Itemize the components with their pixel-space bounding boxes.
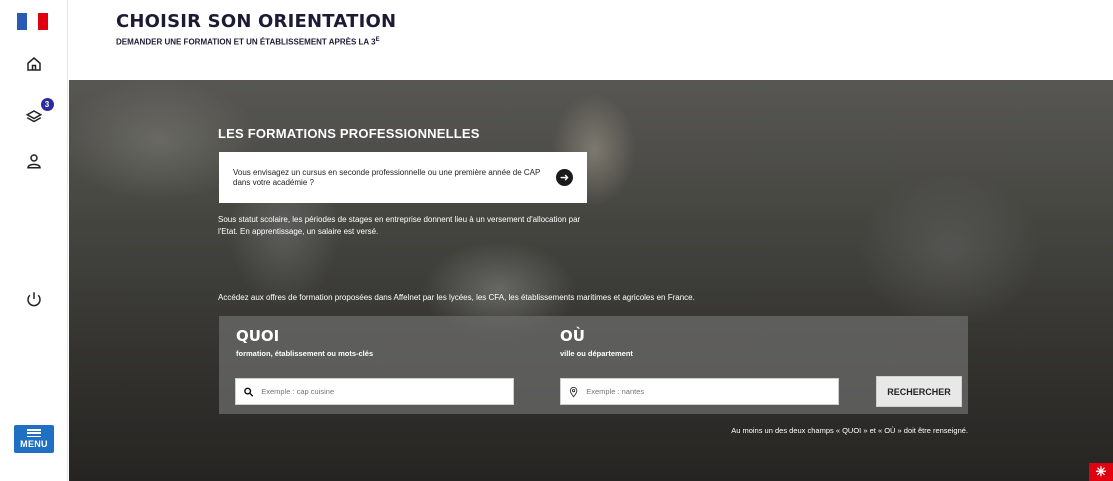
notification-badge: 3 <box>40 98 54 111</box>
sidebar: 3 MENU <box>0 0 68 481</box>
hero-banner: LES FORMATIONS PROFESSIONNELLES Vous env… <box>69 80 1113 481</box>
required-field-notice: Au moins un des deux champs « QUOI » et … <box>731 426 968 435</box>
subtitle-text: DEMANDER UNE FORMATION ET UN ÉTABLISSEME… <box>116 37 376 47</box>
info-text: Sous statut scolaire, les périodes de st… <box>218 215 581 237</box>
user-icon[interactable] <box>21 148 47 174</box>
section-title: LES FORMATIONS PROFESSIONNELLES <box>218 126 480 141</box>
where-subtitle: ville ou département <box>560 349 633 358</box>
what-input[interactable] <box>261 387 513 396</box>
promo-text: Vous envisagez un cursus en seconde prof… <box>233 167 541 187</box>
arrow-right-icon[interactable]: ➜ <box>556 169 573 186</box>
layers-icon[interactable]: 3 <box>21 98 54 130</box>
where-title: OÙ <box>560 327 585 345</box>
page: 3 MENU CHOISIR SON ORIENTATION DEMANDER … <box>0 0 1113 481</box>
where-input[interactable] <box>586 387 838 396</box>
search-icon <box>244 387 254 397</box>
menu-button[interactable]: MENU <box>14 425 54 453</box>
french-flag-logo[interactable] <box>17 13 48 30</box>
menu-label: MENU <box>20 439 48 449</box>
location-pin-icon <box>569 386 578 397</box>
where-search-field[interactable] <box>560 378 839 405</box>
hamburger-icon <box>27 429 41 437</box>
power-icon[interactable] <box>21 286 47 312</box>
subtitle-superscript: E <box>375 37 380 43</box>
search-panel: QUOI formation, établissement ou mots-cl… <box>219 316 968 414</box>
professional-training-card[interactable]: Vous envisagez un cursus en seconde prof… <box>219 152 587 203</box>
access-text: Accédez aux offres de formation proposée… <box>218 293 695 302</box>
page-subtitle: DEMANDER UNE FORMATION ET UN ÉTABLISSEME… <box>116 37 380 47</box>
home-icon[interactable] <box>21 51 47 77</box>
what-search-field[interactable] <box>235 378 514 405</box>
search-button[interactable]: RECHERCHER <box>876 376 962 407</box>
what-title: QUOI <box>236 327 280 345</box>
header: CHOISIR SON ORIENTATION DEMANDER UNE FOR… <box>69 0 1113 80</box>
corner-logo-icon[interactable]: ✳ <box>1089 463 1113 481</box>
page-title: CHOISIR SON ORIENTATION <box>116 11 397 32</box>
what-subtitle: formation, établissement ou mots-clés <box>236 349 374 358</box>
